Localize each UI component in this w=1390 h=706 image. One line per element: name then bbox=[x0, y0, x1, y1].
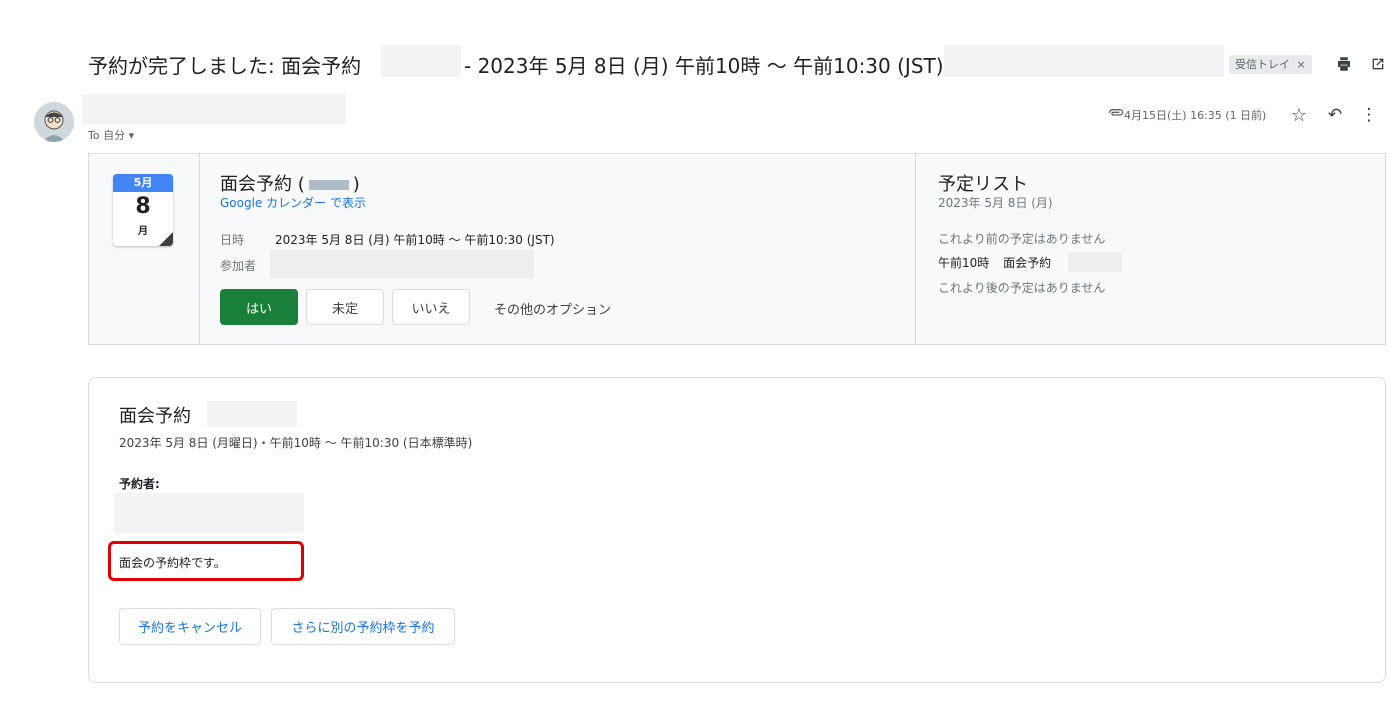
cal-month: 5月 bbox=[113, 174, 173, 192]
calendar-date-icon: 5月 8 月 bbox=[113, 174, 173, 246]
book-another-slot-button[interactable]: さらに別の予約枠を予約 bbox=[271, 608, 455, 645]
invite-details-column: 面会予約 () Google カレンダー で表示 日時 2023年 5月 8日 … bbox=[200, 154, 916, 344]
print-icon[interactable] bbox=[1332, 52, 1356, 76]
booking-when: 2023年 5月 8日 (月曜日)・午前10時 ～ 午前10:30 (日本標準時… bbox=[119, 436, 473, 450]
booked-by-label: 予約者: bbox=[119, 477, 160, 491]
email-subject: 予約が完了しました: 面会予約 bbox=[88, 50, 361, 79]
agenda-after: これより後の予定はありません bbox=[938, 281, 1106, 295]
attachment-icon bbox=[1108, 106, 1124, 120]
subject-time-text: - 2023年 5月 8日 (月) 午前10時 ～ 午前10:30 (JST) bbox=[464, 54, 944, 78]
remove-label-icon[interactable]: × bbox=[1297, 58, 1306, 71]
when-value: 2023年 5月 8日 (月) 午前10時 ～ 午前10:30 (JST) bbox=[275, 233, 555, 247]
star-icon[interactable]: ☆ bbox=[1288, 104, 1310, 126]
redacted-subject-extra bbox=[944, 45, 1224, 77]
view-in-google-calendar-link[interactable]: Google カレンダー で表示 bbox=[220, 194, 366, 211]
guests-label: 参加者 bbox=[220, 259, 257, 273]
label-chip-inbox[interactable]: 受信トレイ × bbox=[1229, 55, 1312, 74]
rsvp-no-button[interactable]: いいえ bbox=[392, 289, 470, 325]
annotation-highlight-box bbox=[108, 541, 304, 581]
message-date: 4月15日(土) 16:35 (1 日前) bbox=[1124, 109, 1267, 122]
when-label: 日時 bbox=[220, 233, 245, 247]
subject-time: - 2023年 5月 8日 (月) 午前10時 ～ 午前10:30 (JST) bbox=[464, 50, 944, 79]
redacted-booker bbox=[114, 493, 304, 533]
calendar-invite-card: 5月 8 月 面会予約 () Google カレンダー で表示 日時 2023年… bbox=[88, 153, 1386, 345]
more-options-link[interactable]: その他のオプション bbox=[494, 299, 611, 318]
redacted-subject-name bbox=[381, 45, 461, 77]
agenda-item[interactable]: 午前10時 面会予約 bbox=[938, 254, 1051, 271]
agenda-item-title: 面会予約 bbox=[1003, 256, 1052, 270]
rsvp-maybe-button[interactable]: 未定 bbox=[306, 289, 384, 325]
rsvp-yes-button[interactable]: はい bbox=[220, 289, 298, 325]
event-title-suffix: ) bbox=[352, 174, 360, 195]
more-options-icon[interactable]: ⋮ bbox=[1358, 104, 1380, 126]
event-title-text: 面会予約 ( bbox=[220, 174, 305, 195]
agenda-title: 予定リスト bbox=[938, 174, 1028, 195]
redacted-agenda-item bbox=[1068, 252, 1122, 272]
booking-title: 面会予約 bbox=[119, 406, 191, 427]
reply-icon[interactable]: ↶ bbox=[1324, 104, 1346, 126]
sender-avatar[interactable] bbox=[34, 102, 74, 142]
event-title: 面会予約 () bbox=[220, 170, 360, 196]
page-fold-icon bbox=[159, 232, 173, 246]
subject-prefix: 予約が完了しました: 面会予約 bbox=[88, 54, 362, 78]
invite-date-column: 5月 8 月 bbox=[89, 154, 200, 344]
agenda-item-time: 午前10時 bbox=[938, 256, 990, 270]
open-in-new-window-icon[interactable] bbox=[1366, 52, 1390, 76]
cancel-booking-button[interactable]: 予約をキャンセル bbox=[119, 608, 261, 645]
inbox-label: 受信トレイ bbox=[1235, 58, 1290, 71]
agenda-column: 予定リスト 2023年 5月 8日 (月) これより前の予定はありません 午前1… bbox=[916, 154, 1385, 344]
redacted-guests bbox=[270, 250, 534, 278]
redacted-sender-name bbox=[82, 94, 346, 124]
cal-day: 8 bbox=[135, 194, 151, 219]
agenda-before: これより前の予定はありません bbox=[938, 232, 1106, 246]
agenda-date: 2023年 5月 8日 (月) bbox=[938, 196, 1053, 210]
event-title-redacted bbox=[308, 180, 349, 190]
booking-details-card: 面会予約 2023年 5月 8日 (月曜日)・午前10時 ～ 午前10:30 (… bbox=[88, 377, 1386, 683]
recipient-line[interactable]: To 自分 ▾ bbox=[88, 127, 134, 143]
redacted-booking-title bbox=[207, 401, 297, 427]
